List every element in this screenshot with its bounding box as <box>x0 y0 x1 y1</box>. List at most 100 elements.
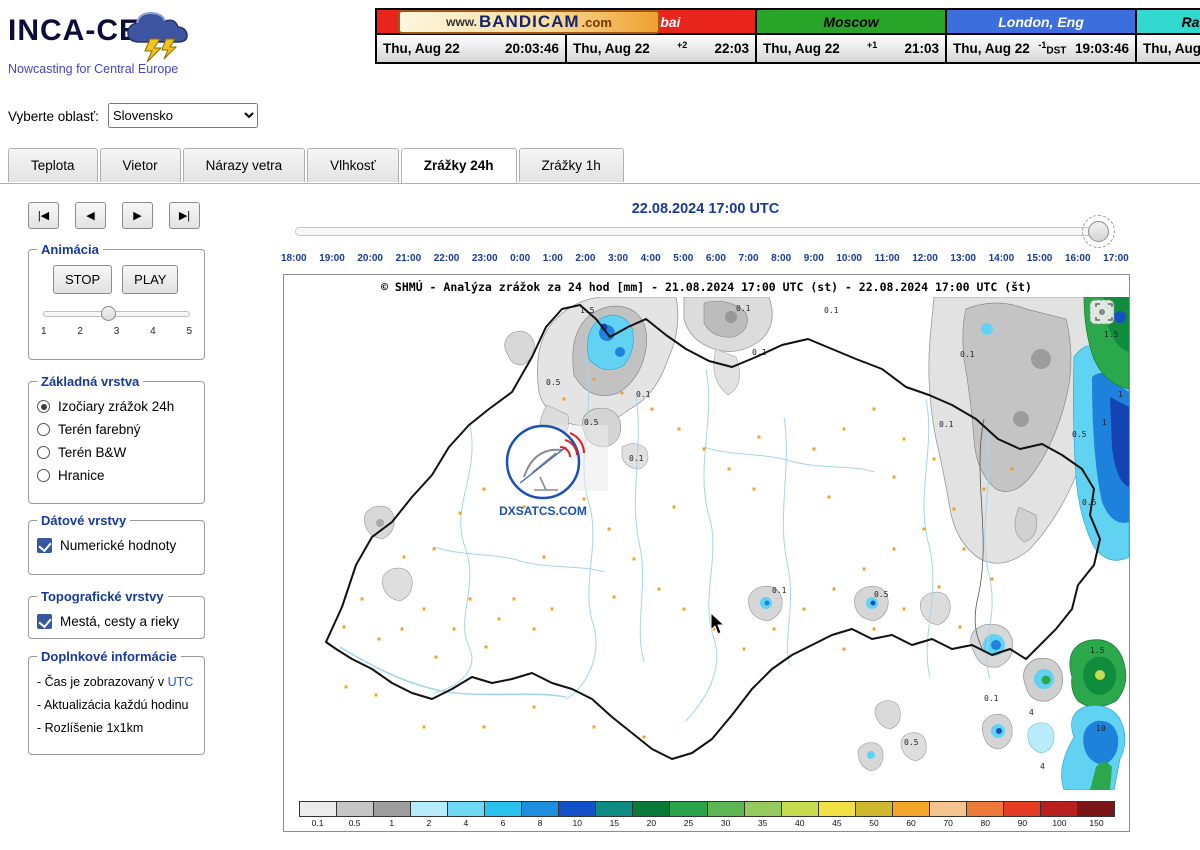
timeline-hour-label[interactable]: 2:00 <box>575 253 595 264</box>
speed-tick-label: 3 <box>114 326 120 337</box>
timeline-hour-label[interactable]: 1:00 <box>543 253 563 264</box>
timeline-hour-label[interactable]: 16:00 <box>1065 253 1091 264</box>
radio-button[interactable] <box>37 446 50 459</box>
tab[interactable]: Vietor <box>100 148 181 182</box>
svg-text:0.1: 0.1 <box>636 390 651 399</box>
speed-slider-thumb[interactable] <box>101 306 116 321</box>
data-layer-option-label: Numerické hodnoty <box>60 538 176 553</box>
legend-swatch <box>930 802 967 816</box>
legend-swatch <box>819 802 856 816</box>
tab[interactable]: Teplota <box>8 148 98 182</box>
clock-time-row: Thu, Aug 22 +1 21:03 <box>757 35 945 62</box>
timeline-hour-label[interactable]: 8:00 <box>771 253 791 264</box>
timeline-hour-label[interactable]: 21:00 <box>396 253 422 264</box>
timeline-hour-label[interactable]: 0:00 <box>510 253 530 264</box>
svg-text:0.1: 0.1 <box>752 348 767 357</box>
svg-text:0.1: 0.1 <box>824 306 839 315</box>
clock-time-row: Thu, Aug 22 +2 22:03 <box>567 35 755 62</box>
utc-link[interactable]: UTC <box>168 675 194 689</box>
legend-swatch <box>300 802 337 816</box>
map-canvas[interactable]: 1.50.50.10.50.10.10.10.10.10.10.510.51.5… <box>284 297 1129 790</box>
timeline-hour-label[interactable]: 5:00 <box>673 253 693 264</box>
svg-text:0.5: 0.5 <box>1082 498 1097 507</box>
checkbox[interactable] <box>37 614 52 629</box>
animation-group: Animácia STOP PLAY 12345 <box>28 242 205 360</box>
timeline-slider-thumb[interactable] <box>1088 221 1109 242</box>
last-frame-button[interactable]: ▶| <box>169 202 200 229</box>
data-layers-group: Dátové vrstvy Numerické hodnoty <box>28 513 205 575</box>
info-line: - Rozlíšenie 1x1km <box>37 721 196 735</box>
radio-button[interactable] <box>37 469 50 482</box>
timeline-hour-label[interactable]: 23:00 <box>472 253 498 264</box>
first-frame-button[interactable]: |◀ <box>28 202 59 229</box>
speed-slider[interactable] <box>43 306 190 322</box>
svg-text:0.1: 0.1 <box>939 420 954 429</box>
precipitation-map[interactable]: © SHMÚ - Analýza zrážok za 24 hod [mm] -… <box>283 274 1130 832</box>
speed-slider-track[interactable] <box>43 311 190 317</box>
timeline-hour-label[interactable]: 4:00 <box>641 253 661 264</box>
timeline-hour-label[interactable]: 17:00 <box>1103 253 1129 264</box>
tab[interactable]: Nárazy vetra <box>183 148 306 182</box>
timeline-slider[interactable] <box>295 227 1101 236</box>
prev-frame-button[interactable]: ◀ <box>75 202 106 229</box>
base-layer-option[interactable]: Terén farebný <box>37 422 196 437</box>
tab[interactable]: Vlhkosť <box>307 148 399 182</box>
next-frame-button[interactable]: ▶ <box>122 202 153 229</box>
base-layer-option[interactable]: Terén B&W <box>37 445 196 460</box>
timeline-hour-label[interactable]: 20:00 <box>357 253 383 264</box>
legend-label: 30 <box>707 818 744 828</box>
data-layer-option[interactable]: Numerické hodnoty <box>37 538 196 553</box>
clock-cell: London, Eng Thu, Aug 22 -1DST 19:03:46 <box>947 10 1137 62</box>
tab[interactable]: Zrážky 24h <box>401 148 517 183</box>
timeline-hour-label[interactable]: 11:00 <box>875 253 900 264</box>
map-capture-icon[interactable] <box>1090 300 1114 324</box>
base-layer-option[interactable]: Izočiary zrážok 24h <box>37 399 196 414</box>
tab-bar: Teplota Vietor Nárazy vetra Vlhkosť Zráž… <box>8 148 624 183</box>
timeline-hour-label[interactable]: 14:00 <box>989 253 1015 264</box>
legend-swatch <box>522 802 559 816</box>
legend-swatch <box>893 802 930 816</box>
svg-text:0.1: 0.1 <box>960 350 975 359</box>
timeline-hour-label[interactable]: 10:00 <box>836 253 862 264</box>
dxsatcs-watermark: DXSATCS.COM <box>499 425 608 518</box>
timeline-hour-label[interactable]: 13:00 <box>950 253 976 264</box>
topo-layers-legend: Topografické vrstvy <box>37 589 168 604</box>
legend-swatch <box>856 802 893 816</box>
tab[interactable]: Zrážky 1h <box>519 148 624 182</box>
legend-swatches <box>299 801 1115 817</box>
base-layer-option[interactable]: Hranice <box>37 468 196 483</box>
clock-city-label: London, Eng <box>947 10 1135 35</box>
timeline-hour-label[interactable]: 15:00 <box>1027 253 1053 264</box>
timeline-hour-label[interactable]: 9:00 <box>804 253 824 264</box>
svg-text:1: 1 <box>1118 390 1123 399</box>
region-select[interactable]: Slovensko <box>108 103 258 128</box>
svg-text:DXSATCS.COM: DXSATCS.COM <box>499 504 587 518</box>
checkbox[interactable] <box>37 538 52 553</box>
topo-layer-option-label: Mestá, cesty a rieky <box>60 614 179 629</box>
timeline-hour-label[interactable]: 12:00 <box>912 253 938 264</box>
legend-label: 45 <box>818 818 855 828</box>
timeline-hour-label[interactable]: 3:00 <box>608 253 628 264</box>
legend-swatch <box>411 802 448 816</box>
topo-layer-option[interactable]: Mestá, cesty a rieky <box>37 614 196 629</box>
svg-text:0.1: 0.1 <box>772 586 787 595</box>
legend-label: 0.5 <box>336 818 373 828</box>
play-button[interactable]: PLAY <box>122 265 178 294</box>
timeline-hour-label[interactable]: 22:00 <box>434 253 460 264</box>
timeline-hour-label[interactable]: 19:00 <box>319 253 345 264</box>
radio-button[interactable] <box>37 400 50 413</box>
legend-label: 15 <box>596 818 633 828</box>
rivers <box>340 359 992 721</box>
svg-text:1.5: 1.5 <box>1104 330 1119 339</box>
radio-button[interactable] <box>37 423 50 436</box>
legend-label: 80 <box>967 818 1004 828</box>
legend-swatch <box>374 802 411 816</box>
legend-label: 25 <box>670 818 707 828</box>
timeline-hour-label[interactable]: 7:00 <box>739 253 759 264</box>
clock-time-row: Thu, Aug 22 20:03:46 <box>377 35 565 62</box>
legend-swatch <box>782 802 819 816</box>
timeline-hour-label[interactable]: 18:00 <box>281 253 307 264</box>
timeline-hour-label[interactable]: 6:00 <box>706 253 726 264</box>
stop-button[interactable]: STOP <box>53 265 112 294</box>
legend-swatch <box>708 802 745 816</box>
